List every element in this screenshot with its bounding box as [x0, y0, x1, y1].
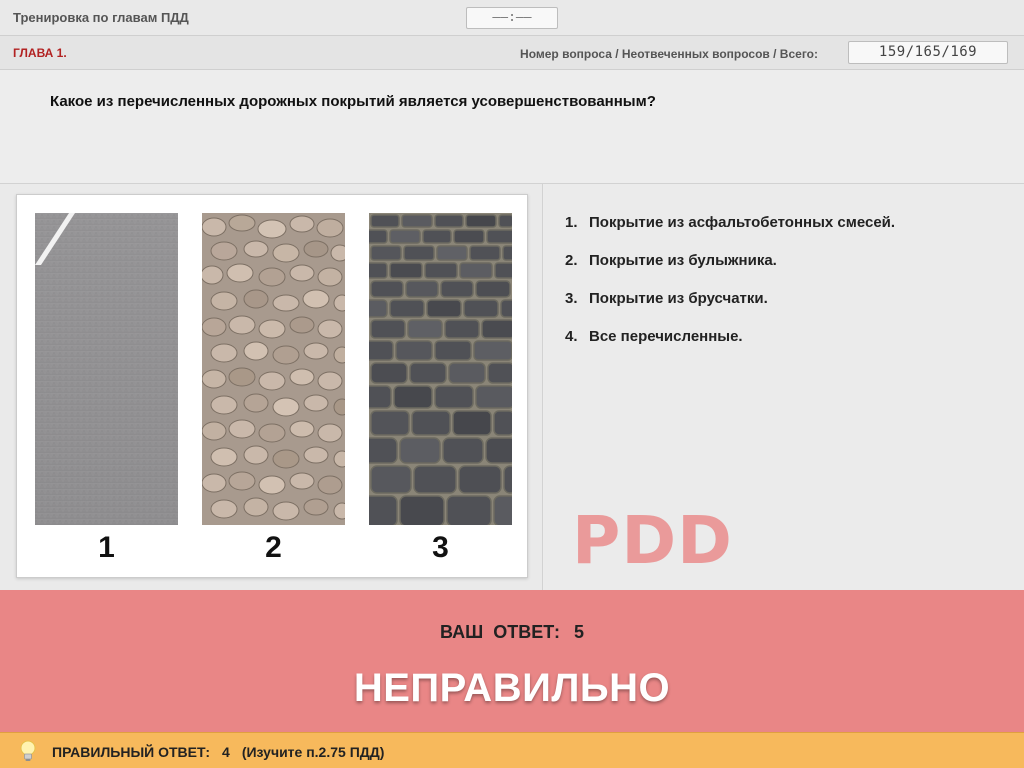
result-panel: ВАШ ОТВЕТ: 5 НЕПРАВИЛЬНО [0, 590, 1024, 732]
question-image-panel: 1 2 3 [0, 184, 543, 590]
top-bar: Тренировка по главам ПДД ––:–– [0, 0, 1024, 36]
image-label-3: 3 [432, 531, 449, 564]
correct-answer-value: 4 [222, 744, 230, 760]
answer-text: Покрытие из асфальтобетонных смесей. [589, 214, 896, 231]
asphalt-photo [35, 213, 178, 525]
answer-option-2[interactable]: 2. Покрытие из булыжника. [565, 252, 777, 269]
answer-number: 1. [565, 214, 578, 231]
answer-text: Покрытие из булыжника. [589, 252, 777, 269]
chapter-bar: ГЛАВА 1. Номер вопроса / Неотвеченных во… [0, 36, 1024, 70]
timer-display: ––:–– [466, 7, 558, 29]
verdict-text: НЕПРАВИЛЬНО [353, 666, 671, 710]
your-answer-label: ВАШ ОТВЕТ: [440, 622, 560, 642]
correct-answer-label: ПРАВИЛЬНЫЙ ОТВЕТ: [52, 744, 211, 760]
chapter-title: ГЛАВА 1. [13, 46, 67, 60]
paving-stone-photo [369, 213, 512, 525]
answers-panel: 1. Покрытие из асфальтобетонных смесей. 2… [544, 184, 1024, 656]
lightbulb-icon [17, 739, 39, 763]
answer-number: 3. [565, 290, 578, 307]
question-counter-label: Номер вопроса / Неотвеченных вопросов / … [520, 47, 818, 61]
correct-answer-bar: ПРАВИЛЬНЫЙ ОТВЕТ: 4 (Изучите п.2.75 ПДД) [0, 732, 1024, 768]
answer-number: 4. [565, 328, 578, 345]
app-title: Тренировка по главам ПДД [13, 10, 189, 25]
your-answer: ВАШ ОТВЕТ: 5 [0, 622, 1024, 643]
correct-answer: ПРАВИЛЬНЫЙ ОТВЕТ: 4 (Изучите п.2.75 ПДД) [52, 744, 396, 760]
image-label-2: 2 [265, 531, 282, 564]
answer-option-3[interactable]: 3. Покрытие из брусчатки. [565, 290, 768, 307]
answer-number: 2. [565, 252, 578, 269]
image-label-1: 1 [98, 531, 115, 564]
answer-text: Все перечисленные. [589, 328, 743, 345]
question-counter: 159/165/169 [848, 41, 1008, 64]
cobblestone-photo [202, 213, 345, 525]
your-answer-value: 5 [573, 622, 584, 642]
question-image: 1 2 3 [16, 194, 528, 578]
question-text: Какое из перечисленных дорожных покрытий… [50, 93, 656, 110]
question-panel: Какое из перечисленных дорожных покрытий… [0, 70, 1024, 184]
answer-option-1[interactable]: 1. Покрытие из асфальтобетонных смесей. [565, 214, 895, 231]
rule-hint: (Изучите п.2.75 ПДД) [241, 744, 385, 760]
answer-text: Покрытие из брусчатки. [589, 290, 768, 307]
answer-option-4[interactable]: 4. Все перечисленные. [565, 328, 743, 345]
